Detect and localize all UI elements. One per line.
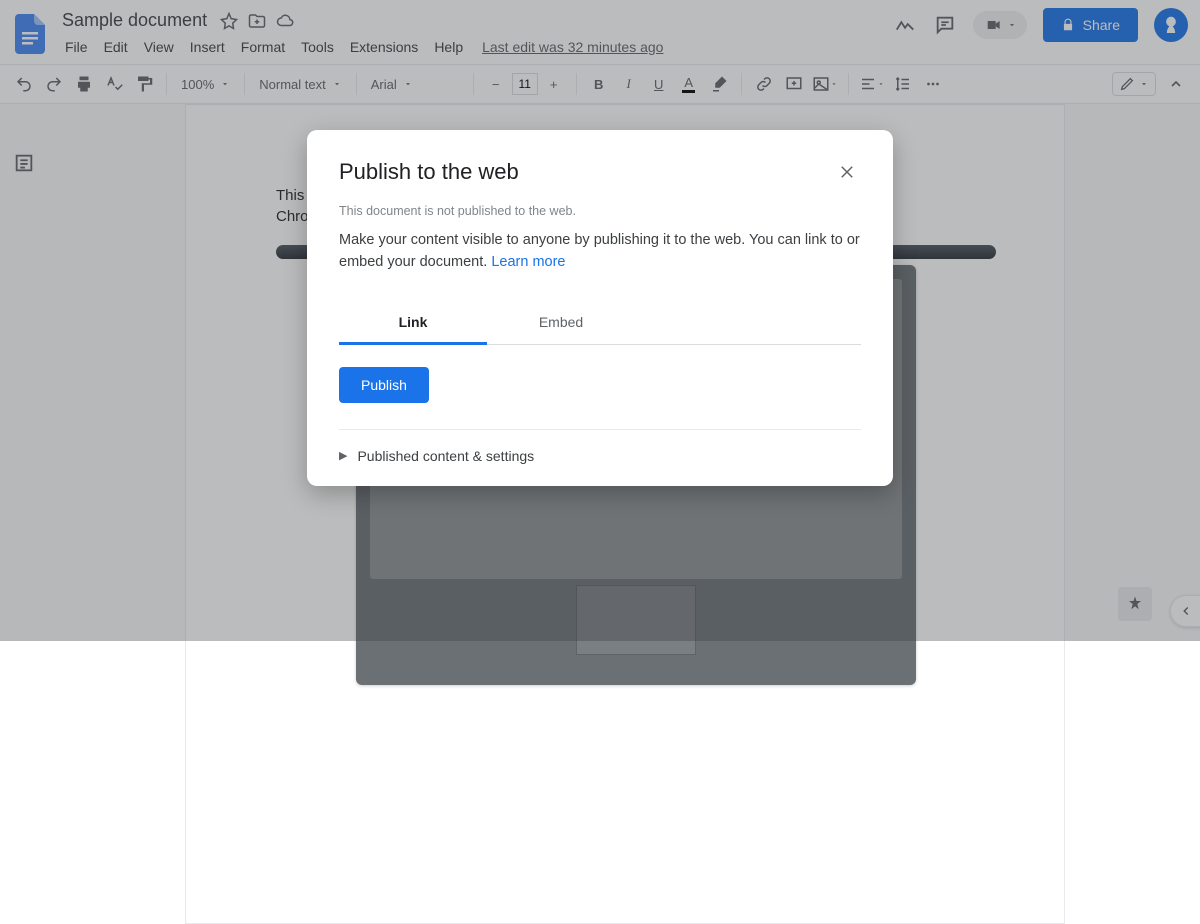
close-button[interactable] <box>833 158 861 186</box>
divider <box>339 429 861 430</box>
tab-embed[interactable]: Embed <box>487 304 635 344</box>
publish-button[interactable]: Publish <box>339 367 429 403</box>
expander-label: Published content & settings <box>357 448 534 464</box>
published-content-expander[interactable]: ▶ Published content & settings <box>339 448 861 464</box>
dialog-description: Make your content visible to anyone by p… <box>339 230 861 274</box>
dialog-title: Publish to the web <box>339 159 519 185</box>
caret-right-icon: ▶ <box>339 449 347 462</box>
dialog-status: This document is not published to the we… <box>339 204 861 218</box>
dialog-tabs: Link Embed <box>339 304 861 345</box>
dialog-description-text: Make your content visible to anyone by p… <box>339 232 860 270</box>
tab-link[interactable]: Link <box>339 304 487 345</box>
close-icon <box>838 163 856 181</box>
learn-more-link[interactable]: Learn more <box>491 254 565 270</box>
publish-dialog: Publish to the web This document is not … <box>307 130 893 486</box>
dialog-header: Publish to the web <box>339 158 861 186</box>
